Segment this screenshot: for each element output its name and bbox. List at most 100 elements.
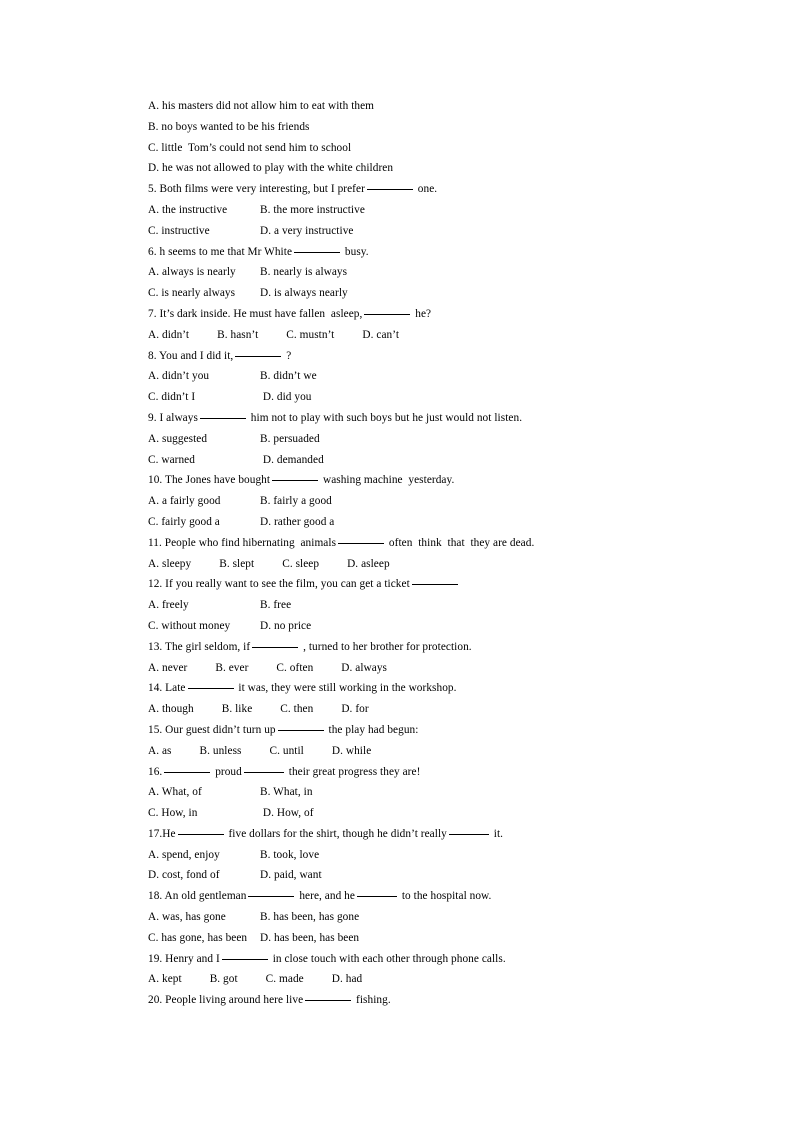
question-line: 6. h seems to me that Mr White busy. (148, 242, 646, 263)
option-choice: D. paid, want (260, 869, 322, 882)
answer-blank (248, 886, 295, 898)
option-choice: C. didn’t I (148, 391, 196, 404)
question-text: 19. Henry and I (148, 952, 220, 965)
option-row: A. was, has gone B. has been, has gone (148, 907, 646, 928)
option-choice: D. How, of (260, 807, 314, 820)
answer-blank (199, 408, 246, 419)
answer-blank (411, 574, 458, 586)
option-choice: B. nearly is always (260, 266, 348, 279)
option-choice: D. rather good a (260, 515, 335, 528)
option-choice: A. though (148, 703, 194, 716)
option-row: A. as B. unless C. until D. while (148, 741, 646, 762)
answer-blank (235, 346, 282, 357)
question-line: 17.He five dollars for the shirt, though… (148, 824, 646, 845)
question-line: 11. People who find hibernating animals … (148, 533, 646, 554)
option-choice: B. hasn’t (217, 328, 259, 341)
option-choice: A. What, of (148, 786, 202, 799)
option-row: A. never B. ever C. often D. always (148, 658, 646, 679)
option-choice: A. suggested (148, 432, 208, 445)
option-choice: B. fairly a good (260, 495, 332, 508)
option-choice: A. the instructive (148, 203, 228, 216)
option-choice: C. sleep (282, 557, 320, 570)
option-choice: B. ever (215, 661, 249, 674)
option-choice: D. asleep (347, 557, 390, 570)
question-text: 6. h seems to me that Mr White (148, 245, 293, 258)
option-choice: D. had (331, 973, 363, 986)
question-text: 13. The girl seldom, if (148, 640, 251, 653)
option-choice: B. free (260, 599, 292, 612)
option-choice: D. can’t (362, 328, 400, 341)
answer-blank (243, 762, 284, 773)
question-text: 20. People living around here live (148, 994, 304, 1007)
answer-blank (177, 824, 224, 835)
option-choice: D. no price (260, 619, 312, 632)
answer-blank (221, 949, 268, 960)
question-line: 8. You and I did it, ? (148, 346, 646, 367)
option-line: B. no boys wanted to be his friends (148, 117, 646, 138)
option-choice: B. the more instructive (260, 203, 365, 216)
question-text: , turned to her brother for protection. (300, 640, 472, 653)
option-row: A. sleepy B. slept C. sleep D. asleep (148, 554, 646, 575)
option-choice: C. mustn’t (286, 328, 335, 341)
question-text: 10. The Jones have bought (148, 474, 271, 487)
option-choice: D. always (341, 661, 388, 674)
answer-blank (294, 242, 341, 253)
question-text: he? (412, 307, 432, 320)
option-choice: C. often (276, 661, 314, 674)
option-choice: D. a very instructive (260, 224, 354, 237)
option-choice: A. was, has gone (148, 911, 226, 924)
question-line: 13. The girl seldom, if , turned to her … (148, 637, 646, 658)
answer-blank (252, 637, 299, 648)
question-text: one. (414, 183, 438, 196)
option-row: A. suggested B. persuaded (148, 429, 646, 450)
option-choice: C. is nearly always (148, 287, 236, 300)
question-line: 19. Henry and I in close touch with each… (148, 949, 646, 970)
option-row: A. though B. like C. then D. for (148, 699, 646, 720)
option-choice: A. always is nearly (148, 266, 236, 279)
question-text: 8. You and I did it, (148, 349, 234, 362)
option-row: C. warned D. demanded (148, 450, 646, 471)
document-page: A. his masters did not allow him to eat … (0, 0, 794, 1123)
option-choice: B. like (221, 703, 253, 716)
question-line: 12. If you really want to see the film, … (148, 574, 646, 595)
option-row: A. didn’t B. hasn’t C. mustn’t D. can’t (148, 325, 646, 346)
option-choice: A. never (148, 661, 188, 674)
question-text: him not to play with such boys but he ju… (247, 411, 523, 424)
question-text: 18. An old gentleman (148, 890, 247, 903)
option-choice: A. kept (148, 973, 182, 986)
option-choice: B. got (209, 973, 238, 986)
option-row: C. didn’t I D. did you (148, 387, 646, 408)
question-text: 11. People who find hibernating animals (148, 536, 337, 549)
answer-blank (338, 533, 385, 544)
question-text: their great progress they are! (285, 765, 421, 778)
option-choice: A. as (148, 744, 172, 757)
option-choice: B. persuaded (260, 432, 320, 445)
answer-blank (272, 470, 319, 482)
option-row: C. How, in D. How, of (148, 803, 646, 824)
option-choice: B. took, love (260, 848, 320, 861)
option-choice: A. spend, enjoy (148, 848, 220, 861)
option-row: C. is nearly always D. is always nearly (148, 283, 646, 304)
option-row: C. has gone, has been D. has been, has be… (148, 928, 646, 949)
answer-blank (356, 886, 397, 898)
option-choice: B. didn’t we (260, 370, 317, 383)
option-row: A. spend, enjoy B. took, love (148, 845, 646, 866)
question-line: 10. The Jones have bought washing machin… (148, 470, 646, 491)
question-text: busy. (342, 245, 369, 258)
option-choice: D. while (331, 744, 372, 757)
option-choice: D. demanded (260, 453, 324, 466)
option-choice: B. What, in (260, 786, 313, 799)
question-text: 14. Late (148, 682, 186, 695)
option-line: C. little Tom’s could not send him to sc… (148, 138, 646, 159)
question-text: it was, they were still working in the w… (235, 682, 457, 695)
question-text: here, and he (296, 890, 355, 903)
question-text: washing machine yesterday. (320, 474, 455, 487)
question-text: to the hospital now. (398, 890, 492, 903)
option-choice: A. sleepy (148, 557, 192, 570)
option-row: C. instructive D. a very instructive (148, 221, 646, 242)
question-text: 9. I always (148, 411, 198, 424)
option-choice: B. unless (199, 744, 242, 757)
option-choice: C. made (265, 973, 304, 986)
option-choice: C. fairly good a (148, 515, 220, 528)
option-row: A. a fairly good B. fairly a good (148, 491, 646, 512)
